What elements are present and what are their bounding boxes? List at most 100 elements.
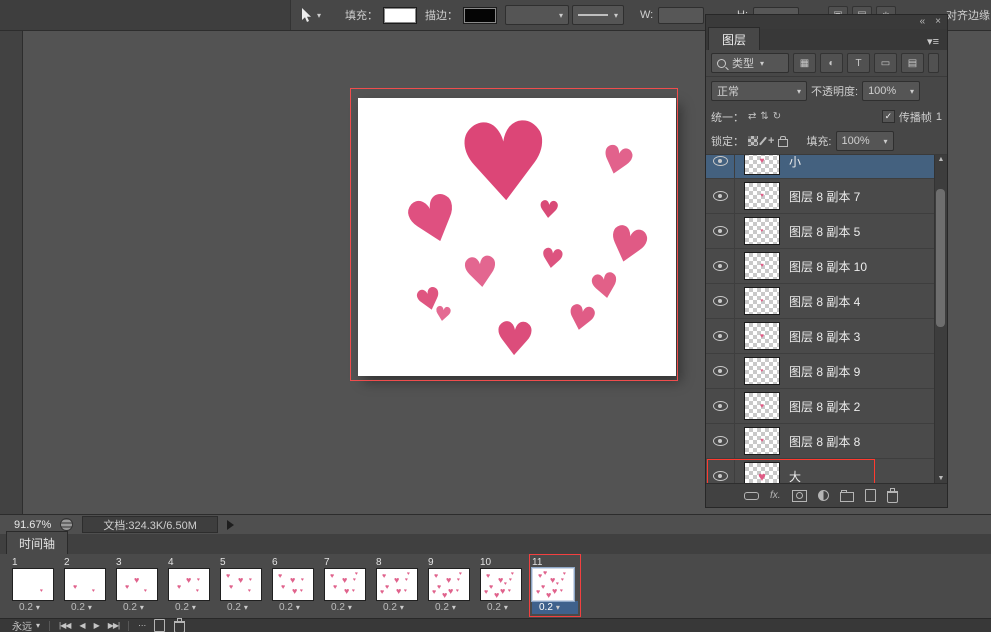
fill-control[interactable]: 填充： [345,0,417,30]
layer-name[interactable]: 图层 8 副本 7 [789,188,860,205]
layer-row[interactable]: ♥ 图层 8 副本 2 [706,389,935,424]
new-layer-icon[interactable] [865,489,876,502]
frame-thumbnail[interactable]: ♥♥♥♥♥♥♥♥♥ [428,568,470,601]
timeline-frame[interactable]: 1♥0.2▾ [12,557,58,614]
layer-thumbnail[interactable]: ♥ [744,427,780,455]
loop-count-dropdown[interactable]: 永远 ▾ [12,618,40,632]
scrollbar-thumb[interactable] [936,189,945,327]
unify-visibility-icon[interactable]: ⇅ [760,111,768,122]
frame-thumbnail[interactable]: ♥♥♥♥♥♥♥♥♥♥ [480,568,522,601]
layer-row[interactable]: ♥ 图层 8 副本 3 [706,319,935,354]
frame-thumbnail[interactable]: ♥♥♥♥♥♥ [272,568,314,601]
frame-delay[interactable]: 0.2▾ [220,601,266,614]
timeline-frame[interactable]: 2♥♥0.2▾ [64,557,110,614]
layer-thumbnail[interactable]: ♥ [744,155,780,175]
timeline-frame[interactable]: 4♥♥♥♥0.2▾ [168,557,214,614]
delete-layer-icon[interactable] [887,491,898,503]
opacity-dropdown[interactable]: 100% ▾ [862,81,920,101]
timeline-frame[interactable]: 9♥♥♥♥♥♥♥♥♥0.2▾ [428,557,474,614]
layer-thumbnail[interactable]: ♥ [744,357,780,385]
layer-visibility-toggle[interactable] [706,389,735,423]
filter-toggle-icon[interactable] [928,53,939,73]
frame-delay[interactable]: 0.2▾ [532,601,578,614]
tab-timeline[interactable]: 时间轴 [6,531,68,554]
lock-pixels-icon[interactable] [759,137,767,146]
layer-visibility-toggle[interactable] [706,459,735,483]
tween-button[interactable]: ⋯ [138,621,145,630]
timeline-frame[interactable]: 7♥♥♥♥♥♥♥0.2▾ [324,557,370,614]
layer-row[interactable]: ♥ 图层 8 副本 8 [706,424,935,459]
stroke-width-dropdown[interactable]: ▾ [505,0,569,30]
frame-delay[interactable]: 0.2▾ [168,601,214,614]
first-frame-button[interactable]: |◀◀ [59,621,70,630]
status-flyout-icon[interactable] [227,520,234,530]
layer-name[interactable]: 图层 8 副本 2 [789,398,860,415]
timeline-frame[interactable]: 11♥♥♥♥♥♥♥♥♥♥♥0.2▾ [532,557,578,614]
frame-delay[interactable]: 0.2▾ [116,601,162,614]
filter-type-dropdown[interactable]: 类型 ▾ [711,53,789,73]
layer-visibility-toggle[interactable] [706,179,735,213]
frame-thumbnail[interactable]: ♥♥♥♥ [168,568,210,601]
timeline-frame[interactable]: 5♥♥♥♥♥0.2▾ [220,557,266,614]
tab-layers[interactable]: 图层 [708,27,760,50]
move-tool-indicator[interactable]: ▾ [300,0,321,30]
frame-thumbnail[interactable]: ♥♥ [64,568,106,601]
layer-row[interactable]: ♥图层 8 副本 4 [706,284,935,319]
timeline-frame[interactable]: 6♥♥♥♥♥♥0.2▾ [272,557,318,614]
tools-panel-edge[interactable] [0,30,23,514]
timeline-frame[interactable]: 10♥♥♥♥♥♥♥♥♥♥0.2▾ [480,557,526,614]
scroll-up-icon[interactable]: ▲ [935,156,947,163]
frame-thumbnail[interactable]: ♥♥♥ [116,568,158,601]
align-edges-option[interactable]: 对齐边缘 [946,0,990,30]
layer-name[interactable]: 图层 8 副本 8 [789,433,860,450]
duplicate-frame-button[interactable] [154,619,165,632]
new-group-icon[interactable] [840,492,854,502]
lock-transparency-icon[interactable] [748,136,758,146]
frame-thumbnail[interactable]: ♥♥♥♥♥ [220,568,262,601]
timeline-frame[interactable]: 3♥♥♥0.2▾ [116,557,162,614]
layer-thumbnail[interactable]: ♥ [744,217,780,245]
layer-visibility-toggle[interactable] [706,214,735,248]
layer-name[interactable]: 图层 8 副本 10 [789,258,867,275]
layer-row[interactable]: ♥图层 8 副本 9 [706,354,935,389]
layer-thumbnail[interactable]: ♥ [744,182,780,210]
frame-thumbnail[interactable]: ♥ [12,568,54,601]
unify-position-icon[interactable]: ⇄ [748,111,756,122]
checkbox-checked-icon[interactable]: ✓ [882,110,895,123]
width-input[interactable] [658,7,704,24]
lock-position-icon[interactable]: + [768,136,774,147]
layer-thumbnail[interactable]: ♥ [744,322,780,350]
layer-thumbnail[interactable]: ♥ [744,287,780,315]
layer-row[interactable]: ♥小 [706,155,935,179]
layer-visibility-toggle[interactable] [706,249,735,283]
layer-row[interactable]: ♥图层 8 副本 5 [706,214,935,249]
layer-thumbnail[interactable]: ♥ [744,462,780,483]
timeline-frame[interactable]: 8♥♥♥♥♥♥♥♥0.2▾ [376,557,422,614]
document-canvas[interactable]: ♥♥♥♥♥♥♥♥♥♥♥♥ [358,98,676,376]
frame-delay[interactable]: 0.2▾ [324,601,370,614]
scroll-down-icon[interactable]: ▼ [935,475,947,482]
previous-frame-button[interactable]: ◀ [79,621,84,630]
blend-mode-dropdown[interactable]: 正常 ▾ [711,81,807,101]
layer-visibility-toggle[interactable] [706,354,735,388]
next-frame-button[interactable]: ▶▶| [108,621,119,630]
frame-thumbnail[interactable]: ♥♥♥♥♥♥♥♥♥♥♥ [532,568,574,601]
layer-visibility-toggle[interactable] [706,284,735,318]
layer-visibility-toggle[interactable] [706,424,735,458]
layer-name[interactable]: 图层 8 副本 3 [789,328,860,345]
frame-thumbnail[interactable]: ♥♥♥♥♥♥♥ [324,568,366,601]
frame-thumbnail[interactable]: ♥♥♥♥♥♥♥♥ [376,568,418,601]
stroke-type-dropdown[interactable]: ▾ [572,0,624,30]
lock-all-icon[interactable] [778,139,788,147]
add-mask-icon[interactable] [792,490,807,502]
layer-fill-dropdown[interactable]: 100% ▾ [836,131,894,151]
zoom-level[interactable]: 91.67% [14,519,51,531]
collapse-panel-icon[interactable]: « [920,17,926,27]
delete-frame-button[interactable] [174,621,185,632]
link-layers-icon[interactable] [744,492,759,500]
layer-name[interactable]: 小 [789,155,801,170]
frame-delay[interactable]: 0.2▾ [12,601,58,614]
layer-thumbnail[interactable]: ♥ [744,392,780,420]
adjustment-layer-icon[interactable] [818,490,829,501]
stroke-color-swatch[interactable] [463,7,497,24]
